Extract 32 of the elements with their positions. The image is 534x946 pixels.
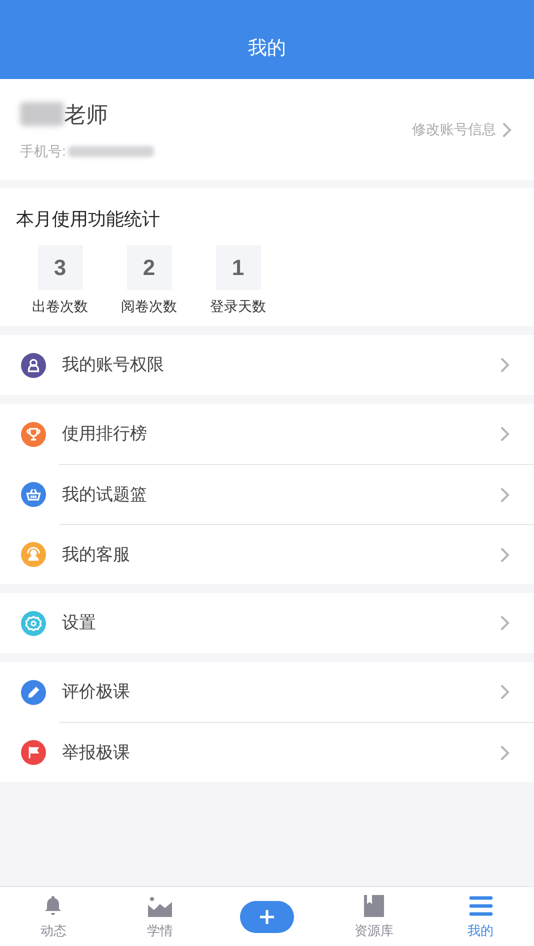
chevron-right-icon	[500, 684, 510, 700]
stat-label: 出卷次数	[32, 297, 88, 316]
menu-item[interactable]: 我的账号权限	[0, 335, 534, 395]
add-button[interactable]	[240, 900, 294, 932]
chevron-right-icon	[500, 357, 510, 373]
stats-title: 本月使用功能统计	[16, 208, 161, 231]
menu-item[interactable]: 我的客服	[0, 525, 534, 584]
menu-item[interactable]: 我的试题篮	[0, 465, 534, 524]
menu-item[interactable]: 设置	[0, 593, 534, 653]
page-title: 我的	[248, 36, 286, 60]
menu-item[interactable]: 评价极课	[0, 662, 534, 722]
phone-label: 手机号:	[20, 142, 66, 160]
chart-icon	[147, 895, 174, 918]
menu-item[interactable]: 举报极课	[0, 723, 534, 782]
stat-value: 3	[38, 245, 82, 290]
chevron-right-icon	[500, 615, 510, 631]
stat-label: 登录天数	[210, 297, 266, 316]
chevron-right-icon	[500, 546, 510, 562]
stat-label: 阅卷次数	[121, 297, 177, 316]
book-icon	[362, 894, 385, 918]
user-name: 老师	[64, 100, 108, 128]
tab-item[interactable]: 我的	[427, 892, 534, 941]
plus-icon	[258, 908, 275, 924]
stat-value: 2	[126, 245, 172, 290]
chevron-right-icon	[500, 744, 510, 760]
blurred-name	[20, 102, 64, 126]
chevron-right-icon	[500, 426, 510, 442]
menu-icon	[468, 895, 493, 918]
chevron-right-icon	[500, 486, 510, 502]
menu-item[interactable]: 使用排行榜	[0, 404, 534, 464]
chevron-right-icon	[502, 122, 512, 138]
stat-value: 1	[216, 245, 260, 290]
